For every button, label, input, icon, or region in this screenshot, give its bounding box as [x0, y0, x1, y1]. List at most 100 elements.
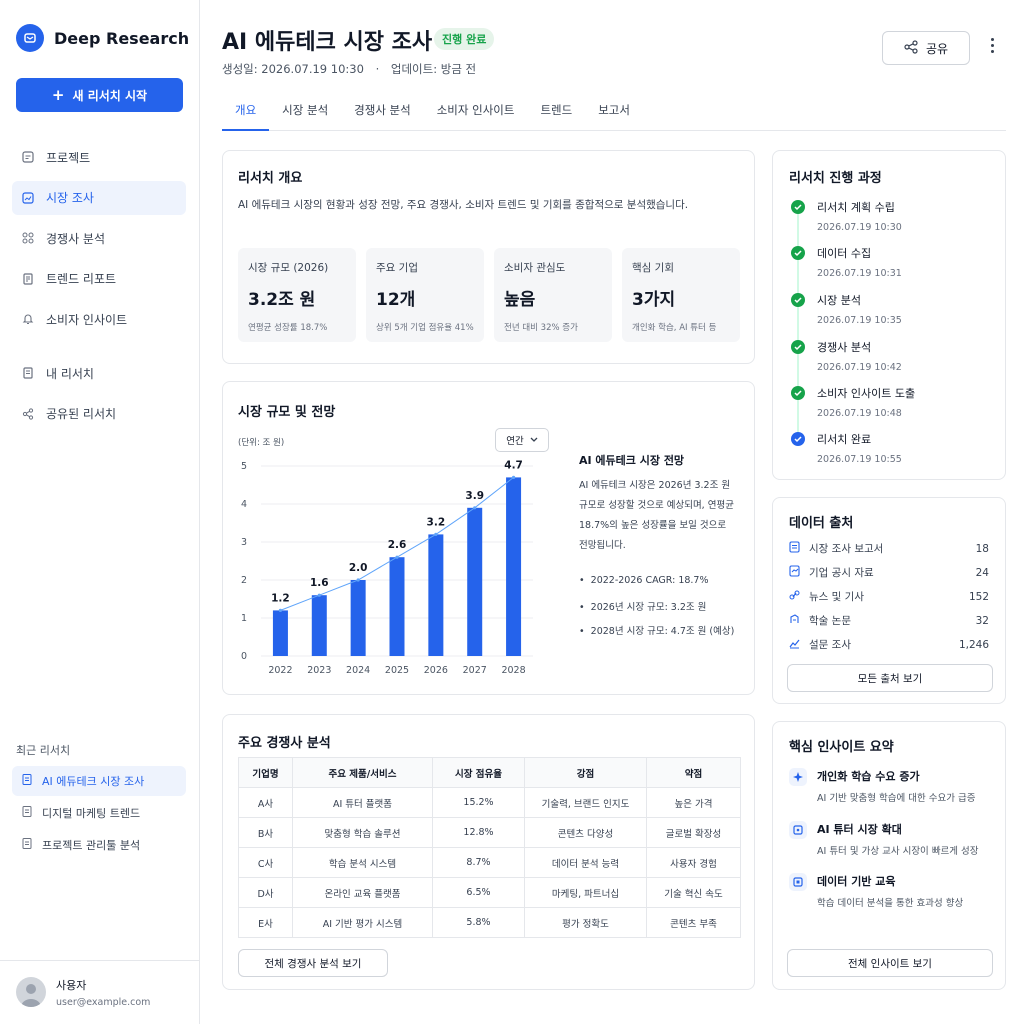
y-tick-label: 2 — [241, 575, 247, 586]
data-label: 2.0 — [349, 562, 368, 574]
main-content: AI 에듀테크 시장 조사 진행 완료 생성일: 2026.07.19 10:3… — [200, 0, 1024, 1024]
source-label: 시장 조사 보고서 — [809, 543, 884, 555]
status-badge: 진행 완료 — [434, 28, 495, 50]
share-button[interactable]: 공유 — [882, 31, 970, 65]
nav-item-my-research[interactable]: 내 리서치 — [12, 356, 186, 390]
source-label: 설문 조사 — [809, 639, 851, 651]
bar — [311, 595, 327, 656]
competitor-table: 기업명 주요 제품/서비스 시장 점유율 강점 약점 A사 AI 튜터 플랫폼 15… — [238, 757, 741, 938]
cell: 8.7% — [432, 847, 525, 878]
recent-item[interactable]: 프로젝트 관리툴 분석 — [12, 830, 186, 860]
insight-item: 데이터 기반 교육 학습 데이터 분석을 통한 효과성 향상 — [789, 873, 963, 909]
nav-item-shared-research[interactable]: 공유된 리서치 — [12, 397, 186, 431]
x-tick-label: 2023 — [307, 665, 331, 676]
market-title: 시장 규모 및 전망 — [238, 405, 336, 420]
insight-item: AI 튜터 시장 확대 AI 튜터 및 가상 교사 시장이 빠르게 성장 — [789, 821, 979, 857]
timeline-step: 리서치 계획 수립 2026.07.19 10:30 — [791, 199, 902, 233]
market-icon — [22, 191, 34, 204]
x-tick-label: 2027 — [463, 665, 487, 676]
insight-desc: AI 기반 맞춤형 학습에 대한 수요가 급증 — [817, 793, 976, 804]
source-count: 32 — [975, 614, 989, 627]
check-icon — [791, 432, 805, 446]
document-icon — [789, 565, 800, 580]
cell: 높은 가격 — [646, 787, 741, 818]
x-tick-label: 2026 — [424, 665, 448, 676]
new-research-label: 새 리서치 시작 — [72, 88, 148, 103]
step-label: 리서치 계획 수립 — [817, 201, 895, 214]
col-header: 기업명 — [238, 757, 293, 788]
secondary-nav: 내 리서치 공유된 리서치 — [12, 356, 186, 437]
overview-desc: AI 에듀테크 시장의 현황과 성장 전망, 주요 경쟁사, 소비자 트렌드 및… — [238, 199, 689, 211]
more-options-icon[interactable] — [986, 38, 998, 58]
recent-item[interactable]: AI 에듀테크 시장 조사 — [12, 766, 186, 796]
cell: D사 — [238, 877, 293, 908]
step-time: 2026.07.19 10:48 — [817, 408, 902, 419]
period-select[interactable]: 연간 — [495, 428, 549, 452]
nav-item-consumer-insight[interactable]: 소비자 인사이트 — [12, 302, 186, 336]
trend-point — [356, 578, 360, 582]
nav-label: 소비자 인사이트 — [46, 312, 128, 327]
tab-trend[interactable]: 트렌드 — [527, 96, 585, 131]
nav-item-competitor[interactable]: 경쟁사 분석 — [12, 221, 186, 255]
bullet-text: 2026년 시장 규모: 3.2조 원 — [590, 602, 707, 613]
timeline-step: 소비자 인사이트 도출 2026.07.19 10:48 — [791, 385, 915, 419]
tab-competitor-analysis[interactable]: 경쟁사 분석 — [341, 96, 424, 131]
tab-report[interactable]: 보고서 — [585, 96, 643, 131]
chevron-down-icon — [530, 435, 538, 446]
cell: AI 기반 평가 시스템 — [292, 907, 433, 938]
report-icon — [789, 541, 800, 556]
insight-title: AI 튜터 시장 확대 — [817, 823, 902, 836]
recent-list: AI 에듀테크 시장 조사 디지털 마케팅 트렌드 프로젝트 관리툴 분석 — [12, 766, 186, 862]
nav-item-market[interactable]: 시장 조사 — [12, 180, 186, 215]
new-research-button[interactable]: + 새 리서치 시작 — [16, 78, 183, 112]
page-title: AI 에듀테크 시장 조사 — [222, 30, 433, 55]
y-tick-label: 5 — [241, 461, 247, 472]
competitors-card: 주요 경쟁사 분석 기업명 주요 제품/서비스 시장 점유율 강점 약점 A사 A… — [222, 714, 755, 990]
all-sources-button[interactable]: 모든 출처 보기 — [787, 664, 993, 692]
sidebar: Deep Research + 새 리서치 시작 프로젝트 시장 조사 경쟁사 … — [0, 0, 200, 1024]
doc-icon — [22, 774, 32, 788]
bullet-text: 2022-2026 CAGR: 18.7% — [590, 575, 709, 586]
all-competitors-button[interactable]: 전체 경쟁사 분석 보기 — [238, 949, 388, 977]
recent-item[interactable]: 디지털 마케팅 트렌드 — [12, 798, 186, 828]
chart-unit-label: (단위: 조 원) — [238, 438, 285, 448]
tab-consumer-insight[interactable]: 소비자 인사이트 — [424, 96, 528, 131]
all-insights-button[interactable]: 전체 인사이트 보기 — [787, 949, 993, 977]
period-value: 연간 — [506, 436, 524, 447]
kpi-sub: 전년 대비 32% 증가 — [504, 323, 578, 333]
page-meta: 생성일: 2026.07.19 10:30 · 업데이트: 방금 전 — [222, 61, 476, 77]
market-card: 시장 규모 및 전망 (단위: 조 원) 연간 0 1 2 3 4 5 1.2 2022 1.6… — [222, 381, 755, 695]
source-row: 설문 조사 1,246 — [789, 637, 989, 652]
check-icon — [791, 340, 805, 354]
source-count: 24 — [975, 566, 989, 579]
trend-point — [434, 532, 438, 536]
col-header: 강점 — [524, 757, 647, 788]
user-email: user@example.com — [56, 997, 151, 1008]
nav-item-trend-report[interactable]: 트렌드 리포트 — [12, 262, 186, 296]
source-count: 152 — [968, 590, 989, 603]
source-row: 뉴스 및 기사 152 — [789, 589, 989, 604]
y-tick-label: 0 — [241, 651, 247, 662]
kpi-label: 핵심 기회 — [632, 262, 674, 274]
cell: 콘텐츠 다양성 — [524, 817, 647, 848]
user-profile[interactable]: 사용자 user@example.com — [0, 960, 200, 1024]
bar — [272, 610, 288, 656]
tab-overview[interactable]: 개요 — [222, 96, 270, 131]
summary-text: AI 에듀테크 시장은 2026년 3.2조 원 규모로 성장할 것으로 예상되… — [579, 480, 734, 551]
trend-point — [395, 555, 399, 559]
kpi-value: 3가지 — [632, 290, 676, 310]
cell: 6.5% — [432, 877, 525, 908]
step-label: 경쟁사 분석 — [817, 341, 872, 354]
kpi-label: 소비자 관심도 — [504, 262, 566, 274]
table-header-row: 기업명 주요 제품/서비스 시장 점유율 강점 약점 — [238, 757, 741, 788]
paper-icon — [789, 613, 800, 628]
created-date: 생성일: 2026.07.19 10:30 — [222, 62, 364, 76]
nav-item-project[interactable]: 프로젝트 — [12, 140, 186, 174]
cell: C사 — [238, 847, 293, 878]
brand[interactable]: Deep Research — [16, 24, 189, 52]
share-icon — [904, 39, 918, 57]
tab-market-analysis[interactable]: 시장 분석 — [269, 96, 341, 131]
bullet-item: • 2026년 시장 규모: 3.2조 원 — [579, 602, 707, 613]
source-label: 기업 공시 자료 — [809, 567, 874, 579]
x-tick-label: 2025 — [385, 665, 409, 676]
